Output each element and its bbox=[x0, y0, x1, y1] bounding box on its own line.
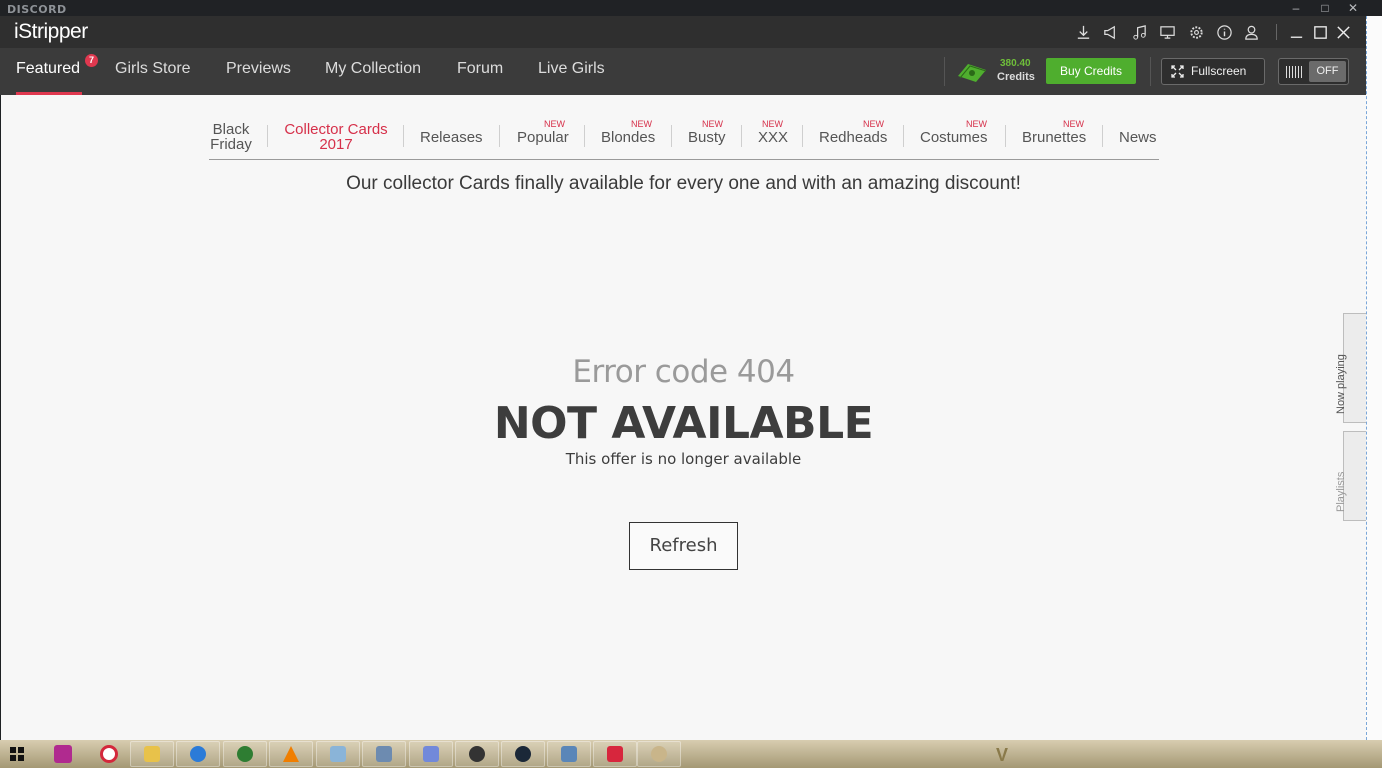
subnav-item-popular[interactable]: Popular bbox=[517, 130, 569, 145]
subnav-label-line: 2017 bbox=[319, 136, 353, 153]
monitor-icon[interactable] bbox=[1158, 23, 1176, 41]
subnav-item-collector-cards[interactable]: Collector Cards 2017 bbox=[280, 122, 392, 152]
close-icon[interactable] bbox=[1334, 23, 1352, 41]
announcement-icon[interactable] bbox=[1101, 23, 1119, 41]
refresh-button[interactable]: Refresh bbox=[629, 522, 738, 570]
discord-minimize-icon[interactable]: – bbox=[1289, 1, 1303, 15]
tray-logo-icon: V bbox=[996, 745, 1009, 765]
windows-taskbar bbox=[0, 740, 1382, 768]
music-icon[interactable] bbox=[1130, 23, 1148, 41]
subnav-item-brunettes[interactable]: Brunettes bbox=[1022, 130, 1086, 145]
desktop-mode-toggle[interactable]: OFF bbox=[1278, 58, 1349, 85]
subnav-divider bbox=[499, 125, 500, 147]
error-message: This offer is no longer available bbox=[565, 450, 802, 468]
new-tag: NEW bbox=[966, 119, 987, 129]
notification-badge: 7 bbox=[85, 54, 98, 67]
alarm-icon[interactable] bbox=[100, 745, 118, 763]
subnav-divider bbox=[267, 125, 268, 147]
origin-icon[interactable] bbox=[455, 741, 499, 767]
nav-item-featured[interactable]: Featured bbox=[16, 60, 80, 78]
new-tag: NEW bbox=[544, 119, 565, 129]
subnav-item-blondes[interactable]: Blondes bbox=[601, 130, 655, 145]
desktop-screen: DISCORD – □ ✕ iStripper Featured 7 Girls… bbox=[0, 0, 1382, 768]
promo-banner-text: Our collector Cards finally available fo… bbox=[346, 173, 1021, 194]
new-tag: NEW bbox=[631, 119, 652, 129]
minimize-icon[interactable] bbox=[1287, 23, 1305, 41]
nav-divider bbox=[1150, 57, 1151, 86]
subnav-divider bbox=[1005, 125, 1006, 147]
titlebar-separator bbox=[1276, 24, 1277, 40]
credits-label: Credits bbox=[997, 71, 1035, 83]
istripper-icon[interactable] bbox=[593, 741, 637, 767]
subnav-divider bbox=[403, 125, 404, 147]
error-title: NOT AVAILABLE bbox=[493, 398, 874, 449]
subnav-label-line: Friday bbox=[210, 136, 252, 153]
credits-amount: 380.40 bbox=[1000, 58, 1031, 69]
subnav-divider bbox=[802, 125, 803, 147]
maximize-icon[interactable] bbox=[1311, 23, 1329, 41]
subnav-divider bbox=[584, 125, 585, 147]
discord-logo: DISCORD bbox=[7, 3, 67, 16]
steam-icon[interactable] bbox=[501, 741, 545, 767]
calculator-icon[interactable] bbox=[362, 741, 406, 767]
toggle-state-label: OFF bbox=[1309, 61, 1346, 82]
subnav-item-black-friday[interactable]: Black Friday bbox=[209, 122, 253, 152]
paint-icon[interactable] bbox=[637, 741, 681, 767]
subnav-divider bbox=[671, 125, 672, 147]
info-icon[interactable] bbox=[1215, 23, 1233, 41]
app-titlebar: iStripper bbox=[0, 16, 1366, 48]
discord-icon[interactable] bbox=[409, 741, 453, 767]
new-tag: NEW bbox=[863, 119, 884, 129]
fullscreen-label: Fullscreen bbox=[1191, 64, 1247, 78]
camera-app-icon[interactable] bbox=[54, 745, 72, 763]
error-code: Error code 404 bbox=[572, 354, 795, 390]
subnav-label-line: Collector Cards bbox=[284, 121, 388, 138]
discord-maximize-icon[interactable]: □ bbox=[1318, 1, 1332, 15]
barcode-icon bbox=[1286, 66, 1302, 78]
new-tag: NEW bbox=[1063, 119, 1084, 129]
subnav-underline bbox=[209, 159, 1159, 160]
nav-item-girls-store[interactable]: Girls Store bbox=[115, 60, 191, 78]
fullscreen-button[interactable]: Fullscreen bbox=[1161, 58, 1265, 85]
subnav-item-xxx[interactable]: XXX bbox=[758, 130, 788, 145]
subnav-item-releases[interactable]: Releases bbox=[420, 130, 483, 145]
subnav-divider bbox=[1102, 125, 1103, 147]
credits-money-icon bbox=[958, 64, 987, 82]
nav-item-forum[interactable]: Forum bbox=[457, 60, 503, 78]
notepad-icon[interactable] bbox=[316, 741, 360, 767]
windows-start-icon[interactable] bbox=[9, 746, 25, 762]
subnav-item-costumes[interactable]: Costumes bbox=[920, 130, 988, 145]
subnav-item-busty[interactable]: Busty bbox=[688, 130, 726, 145]
app-logo: iStripper bbox=[14, 20, 88, 43]
settings-gear-icon[interactable] bbox=[1187, 23, 1205, 41]
subnav-divider bbox=[741, 125, 742, 147]
subnav-item-news[interactable]: News bbox=[1119, 130, 1157, 145]
discord-titlebar: DISCORD – □ ✕ bbox=[0, 0, 1382, 16]
nav-divider bbox=[944, 57, 945, 86]
grid-app-icon[interactable] bbox=[223, 741, 267, 767]
playlists-label: Playlists bbox=[1335, 471, 1347, 512]
now-playing-label: Now playing bbox=[1335, 354, 1347, 414]
new-tag: NEW bbox=[702, 119, 723, 129]
nav-item-live-girls[interactable]: Live Girls bbox=[538, 60, 605, 78]
fullscreen-icon bbox=[1171, 65, 1184, 78]
subnav-label-line: Black bbox=[212, 121, 250, 138]
download-icon[interactable] bbox=[1074, 23, 1092, 41]
discord-close-icon[interactable]: ✕ bbox=[1346, 1, 1360, 15]
buy-credits-button[interactable]: Buy Credits bbox=[1046, 58, 1136, 84]
desktop-right-edge bbox=[1366, 16, 1382, 740]
subnav-divider bbox=[903, 125, 904, 147]
now-playing-tab[interactable]: Now playing bbox=[1335, 313, 1366, 423]
internet-explorer-icon[interactable] bbox=[176, 741, 220, 767]
new-tag: NEW bbox=[762, 119, 783, 129]
subnav-item-redheads[interactable]: Redheads bbox=[819, 130, 887, 145]
nav-item-previews[interactable]: Previews bbox=[226, 60, 291, 78]
vlc-icon[interactable] bbox=[269, 741, 313, 767]
file-explorer-icon[interactable] bbox=[130, 741, 174, 767]
playlists-tab[interactable]: Playlists bbox=[1335, 431, 1366, 521]
user-account-icon[interactable] bbox=[1242, 23, 1260, 41]
nav-item-my-collection[interactable]: My Collection bbox=[325, 60, 421, 78]
cloud-app-icon[interactable] bbox=[547, 741, 591, 767]
store-content: Black Friday Collector Cards 2017 Releas… bbox=[1, 95, 1366, 740]
